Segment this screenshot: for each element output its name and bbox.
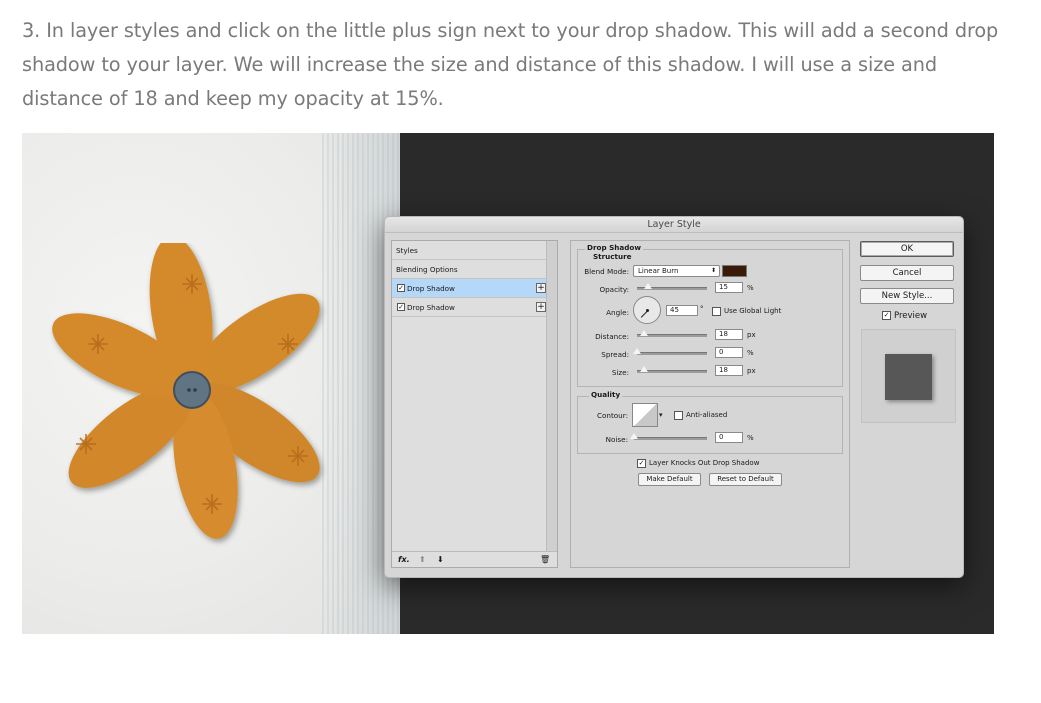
quality-group bbox=[577, 396, 843, 454]
add-drop-shadow-plus-button[interactable]: + bbox=[536, 302, 546, 312]
size-label: Size: bbox=[611, 368, 629, 377]
contour-picker[interactable] bbox=[632, 403, 658, 427]
size-slider[interactable] bbox=[637, 366, 707, 373]
distance-input[interactable]: 18 bbox=[715, 329, 743, 340]
opacity-input[interactable]: 15 bbox=[715, 282, 743, 293]
contour-label: Contour: bbox=[597, 411, 628, 420]
size-slider-thumb[interactable] bbox=[640, 366, 648, 372]
angle-input[interactable]: 45 bbox=[666, 305, 698, 316]
opacity-slider[interactable] bbox=[637, 283, 707, 290]
drop-shadow-1-checkbox[interactable]: ✓ bbox=[397, 284, 405, 292]
distance-slider-thumb[interactable] bbox=[640, 330, 648, 336]
fx-icon[interactable]: fx. bbox=[398, 552, 410, 568]
dialog-title: Layer Style bbox=[385, 217, 963, 233]
blend-mode-select[interactable]: Linear Burn ⬍ bbox=[633, 265, 720, 277]
styles-header[interactable]: Styles bbox=[392, 241, 546, 260]
ok-button[interactable]: OK bbox=[860, 241, 954, 257]
anti-aliased-checkbox[interactable] bbox=[674, 411, 683, 420]
drop-shadow-2-label: Drop Shadow bbox=[407, 303, 455, 312]
noise-label: Noise: bbox=[605, 435, 628, 444]
move-up-arrow-icon[interactable]: ⬆ bbox=[419, 552, 426, 568]
select-arrows-icon: ⬍ bbox=[710, 267, 716, 274]
contour-dropdown-icon[interactable]: ▾ bbox=[659, 411, 663, 419]
blend-mode-label: Blend Mode: bbox=[584, 267, 629, 276]
styles-list: Styles Blending Options ✓ Drop Shadow + … bbox=[391, 240, 558, 568]
distance-slider[interactable] bbox=[637, 330, 707, 337]
angle-dial[interactable] bbox=[633, 296, 661, 324]
size-unit: px bbox=[747, 367, 756, 375]
structure-heading: Structure bbox=[591, 252, 634, 261]
move-down-arrow-icon[interactable]: ⬇ bbox=[437, 552, 444, 568]
spread-slider[interactable] bbox=[633, 348, 707, 355]
drop-shadow-heading: Drop Shadow bbox=[585, 243, 643, 252]
shadow-color-swatch[interactable] bbox=[722, 265, 747, 277]
size-input[interactable]: 18 bbox=[715, 365, 743, 376]
degree-symbol: ° bbox=[700, 305, 704, 313]
noise-slider[interactable] bbox=[630, 433, 707, 440]
opacity-unit: % bbox=[747, 284, 754, 292]
spread-unit: % bbox=[747, 349, 754, 357]
angle-label: Angle: bbox=[606, 308, 629, 317]
new-style-button[interactable]: New Style... bbox=[860, 288, 954, 304]
preview-label: Preview bbox=[894, 311, 928, 321]
anti-aliased-label: Anti-aliased bbox=[686, 411, 728, 419]
drop-shadow-settings-panel: Drop Shadow Structure Blend Mode: Linear… bbox=[570, 240, 850, 568]
add-drop-shadow-plus-button[interactable]: + bbox=[536, 283, 546, 293]
preview-swatch bbox=[885, 354, 932, 400]
quality-heading: Quality bbox=[589, 390, 623, 399]
styles-scrollbar[interactable] bbox=[546, 241, 557, 551]
flower-embellishment bbox=[52, 243, 320, 539]
opacity-slider-thumb[interactable] bbox=[643, 283, 652, 289]
drop-shadow-2-checkbox[interactable]: ✓ bbox=[397, 303, 405, 311]
layer-style-dialog: Layer Style Styles Blending Options ✓ Dr… bbox=[384, 216, 964, 578]
reset-to-default-button[interactable]: Reset to Default bbox=[709, 473, 782, 486]
opacity-label: Opacity: bbox=[599, 285, 629, 294]
trash-icon[interactable]: 🗑 bbox=[540, 552, 550, 568]
knockout-checkbox[interactable]: ✓ bbox=[637, 459, 646, 468]
noise-input[interactable]: 0 bbox=[715, 432, 743, 443]
noise-slider-thumb[interactable] bbox=[630, 433, 638, 439]
cancel-button[interactable]: Cancel bbox=[860, 265, 954, 281]
noise-unit: % bbox=[747, 434, 754, 442]
make-default-button[interactable]: Make Default bbox=[638, 473, 701, 486]
knockout-label: Layer Knocks Out Drop Shadow bbox=[649, 459, 760, 467]
distance-label: Distance: bbox=[595, 332, 629, 341]
styles-footer: fx. ⬆ ⬇ 🗑 bbox=[392, 551, 557, 567]
preview-checkbox[interactable]: ✓ bbox=[882, 311, 891, 320]
tutorial-screenshot: Layer Style Styles Blending Options ✓ Dr… bbox=[22, 133, 994, 634]
use-global-light-label: Use Global Light bbox=[724, 307, 782, 315]
drop-shadow-item-2[interactable]: ✓ Drop Shadow + bbox=[392, 298, 546, 317]
drop-shadow-item-1[interactable]: ✓ Drop Shadow + bbox=[392, 279, 546, 298]
flower-button bbox=[173, 371, 211, 409]
spread-label: Spread: bbox=[601, 350, 629, 359]
blending-options-item[interactable]: Blending Options bbox=[392, 260, 546, 279]
instruction-text: 3. In layer styles and click on the litt… bbox=[22, 19, 999, 110]
preview-panel bbox=[861, 329, 956, 423]
blend-mode-value: Linear Burn bbox=[638, 267, 679, 275]
spread-slider-thumb[interactable] bbox=[633, 348, 641, 354]
drop-shadow-1-label: Drop Shadow bbox=[407, 284, 455, 293]
use-global-light-checkbox[interactable] bbox=[712, 307, 721, 316]
distance-unit: px bbox=[747, 331, 756, 339]
spread-input[interactable]: 0 bbox=[715, 347, 743, 358]
